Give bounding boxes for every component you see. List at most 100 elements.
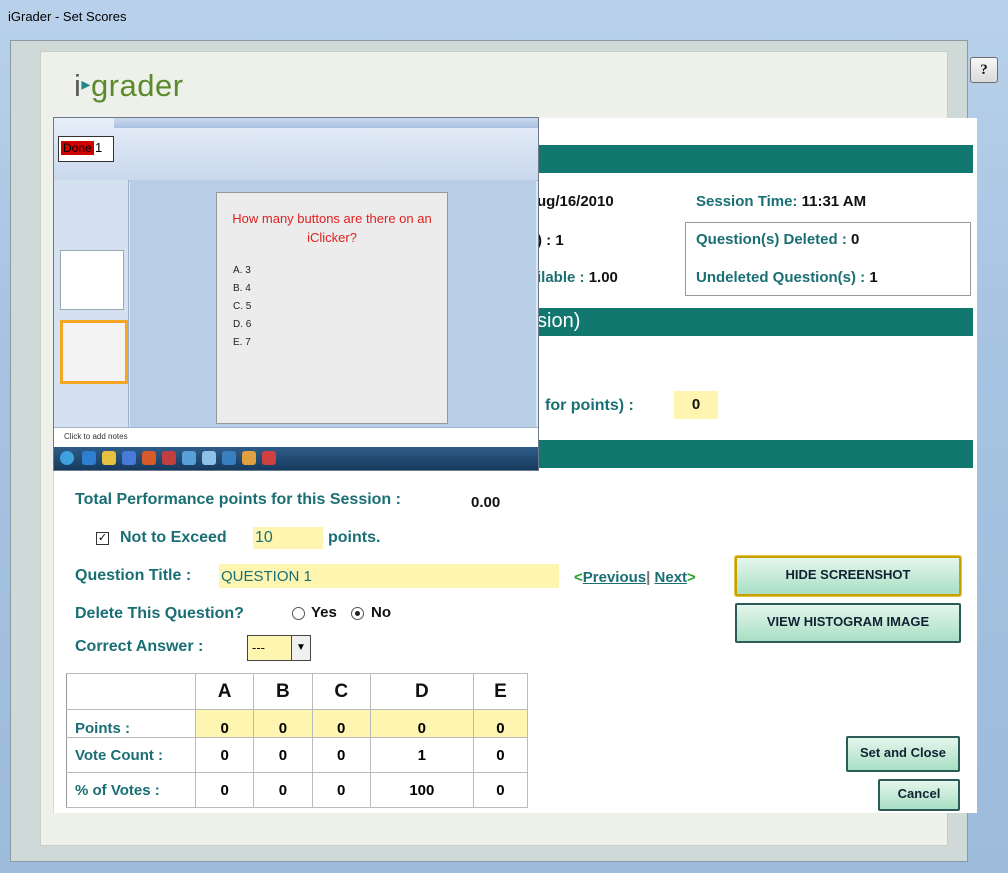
slide-notes-pane: Click to add notes — [54, 427, 538, 448]
folder-icon — [102, 451, 116, 465]
column-header: B — [253, 673, 313, 710]
vote-count-cell: 0 — [253, 737, 313, 773]
view-histogram-button[interactable]: VIEW HISTOGRAM IMAGE — [735, 603, 961, 643]
logo-arrow-icon: ▸ — [81, 74, 91, 94]
done-label: Done — [61, 141, 94, 155]
row-label: Points : — [66, 709, 196, 738]
questions-undeleted: Undeleted Question(s) : 1 — [696, 269, 878, 286]
performance-header-bar — [535, 440, 973, 468]
slide-option: D. 6 — [233, 319, 252, 330]
not-to-exceed-suffix: points. — [328, 529, 381, 546]
question-nav: <Previous| Next> — [574, 569, 696, 586]
logo-word: grader — [90, 68, 184, 103]
slide-question: How many buttons are there on an iClicke… — [232, 211, 432, 245]
slide: How many buttons are there on an iClicke… — [216, 192, 448, 424]
delete-yes-radio[interactable] — [292, 607, 305, 620]
previous-link[interactable]: Previous — [583, 569, 646, 586]
delete-no-label: No — [371, 604, 391, 621]
delete-yes-label: Yes — [311, 604, 337, 621]
cancel-button[interactable]: Cancel — [878, 779, 960, 811]
scores-table: A B C D E Points : 0 0 0 0 0 Vote Count … — [66, 673, 529, 808]
session-date: ug/16/2010 — [537, 193, 614, 210]
vote-count-cell: 1 — [369, 737, 474, 773]
start-orb-icon — [60, 451, 74, 465]
table-row: Points : 0 0 0 0 0 — [66, 709, 529, 738]
slide-thumbnail-1 — [60, 250, 124, 310]
next-chevron-icon: > — [687, 569, 696, 586]
app-icon — [182, 451, 196, 465]
table-header-row: A B C D E — [66, 673, 529, 710]
column-header: C — [311, 673, 371, 710]
slide-option: E. 7 — [233, 337, 251, 348]
points-cell[interactable]: 0 — [253, 709, 313, 738]
participation-header-bar — [535, 308, 973, 336]
table-corner — [66, 673, 196, 710]
points-cell[interactable]: 0 — [369, 709, 474, 738]
set-and-close-button[interactable]: Set and Close — [846, 736, 960, 772]
screenshot-done-widget: Done 1 — [58, 136, 114, 162]
screenshot-titlebar — [114, 118, 538, 128]
next-link[interactable]: Next — [655, 569, 688, 586]
powerpoint-icon — [142, 451, 156, 465]
done-count: 1 — [95, 140, 103, 155]
points-cell[interactable]: 0 — [311, 709, 371, 738]
delete-no-radio[interactable] — [351, 607, 364, 620]
slide-screenshot: Done 1 How many buttons are there on an … — [53, 117, 539, 471]
notes-placeholder: Click to add notes — [64, 432, 128, 441]
browser-icon — [82, 451, 96, 465]
igrader-logo: i▸grader — [74, 68, 184, 104]
points-available: ilable : 1.00 — [537, 269, 618, 286]
slide-thumbnail-2 — [60, 320, 128, 384]
slide-option: B. 4 — [233, 283, 251, 294]
correct-answer-select[interactable]: --- ▼ — [247, 635, 311, 661]
not-to-exceed-checkbox[interactable]: ✓ — [96, 532, 109, 545]
help-button[interactable]: ? — [970, 57, 998, 83]
vote-count-cell: 0 — [194, 737, 255, 773]
window-title: iGrader - Set Scores — [8, 9, 127, 24]
question-title-input[interactable] — [219, 564, 559, 588]
table-row: % of Votes : 0 0 0 100 0 — [66, 772, 529, 808]
not-to-exceed-label: Not to Exceed — [120, 529, 227, 546]
vote-percent-cell: 0 — [311, 772, 371, 808]
total-performance-value: 0.00 — [471, 494, 501, 511]
app-icon — [122, 451, 136, 465]
column-header: E — [472, 673, 529, 710]
row-label: Vote Count : — [66, 737, 196, 773]
app-icon — [242, 451, 256, 465]
not-to-exceed-input[interactable] — [253, 527, 323, 549]
vote-percent-cell: 100 — [369, 772, 474, 808]
vote-count-cell: 0 — [472, 737, 529, 773]
hide-screenshot-button[interactable]: HIDE SCREENSHOT — [735, 556, 961, 596]
table-row: Vote Count : 0 0 0 1 0 — [66, 737, 529, 773]
slide-option: A. 3 — [233, 265, 251, 276]
delete-question-label: Delete This Question? — [75, 605, 244, 622]
app-icon — [262, 451, 276, 465]
question-count: ) : 1 — [537, 232, 564, 249]
session-time: Session Time: 11:31 AM — [696, 193, 867, 210]
participation-points-label: for points) : — [545, 397, 634, 414]
row-label: % of Votes : — [66, 772, 196, 808]
slide-option: C. 5 — [233, 301, 252, 312]
participation-points-value: 0 — [674, 391, 718, 419]
vote-percent-cell: 0 — [253, 772, 313, 808]
app-icon — [202, 451, 216, 465]
vote-percent-cell: 0 — [472, 772, 529, 808]
dropdown-arrow-icon[interactable]: ▼ — [291, 636, 310, 660]
app-icon — [222, 451, 236, 465]
correct-answer-label: Correct Answer : — [75, 638, 204, 655]
points-cell[interactable]: 0 — [472, 709, 529, 738]
app-icon — [162, 451, 176, 465]
column-header: D — [369, 673, 474, 710]
vote-percent-cell: 0 — [194, 772, 255, 808]
questions-deleted: Question(s) Deleted : 0 — [696, 231, 860, 248]
question-title-label: Question Title : — [75, 567, 192, 584]
session-header-bar — [535, 145, 973, 173]
correct-answer-value: --- — [252, 640, 265, 655]
screenshot-taskbar — [54, 447, 538, 470]
prev-chevron-icon: < — [574, 569, 583, 586]
points-cell[interactable]: 0 — [194, 709, 255, 738]
column-header: A — [194, 673, 255, 710]
total-performance-label: Total Performance points for this Sessio… — [75, 491, 401, 508]
participation-header-text: sion) — [537, 310, 581, 332]
slide-thumbnail-pane — [54, 180, 129, 427]
